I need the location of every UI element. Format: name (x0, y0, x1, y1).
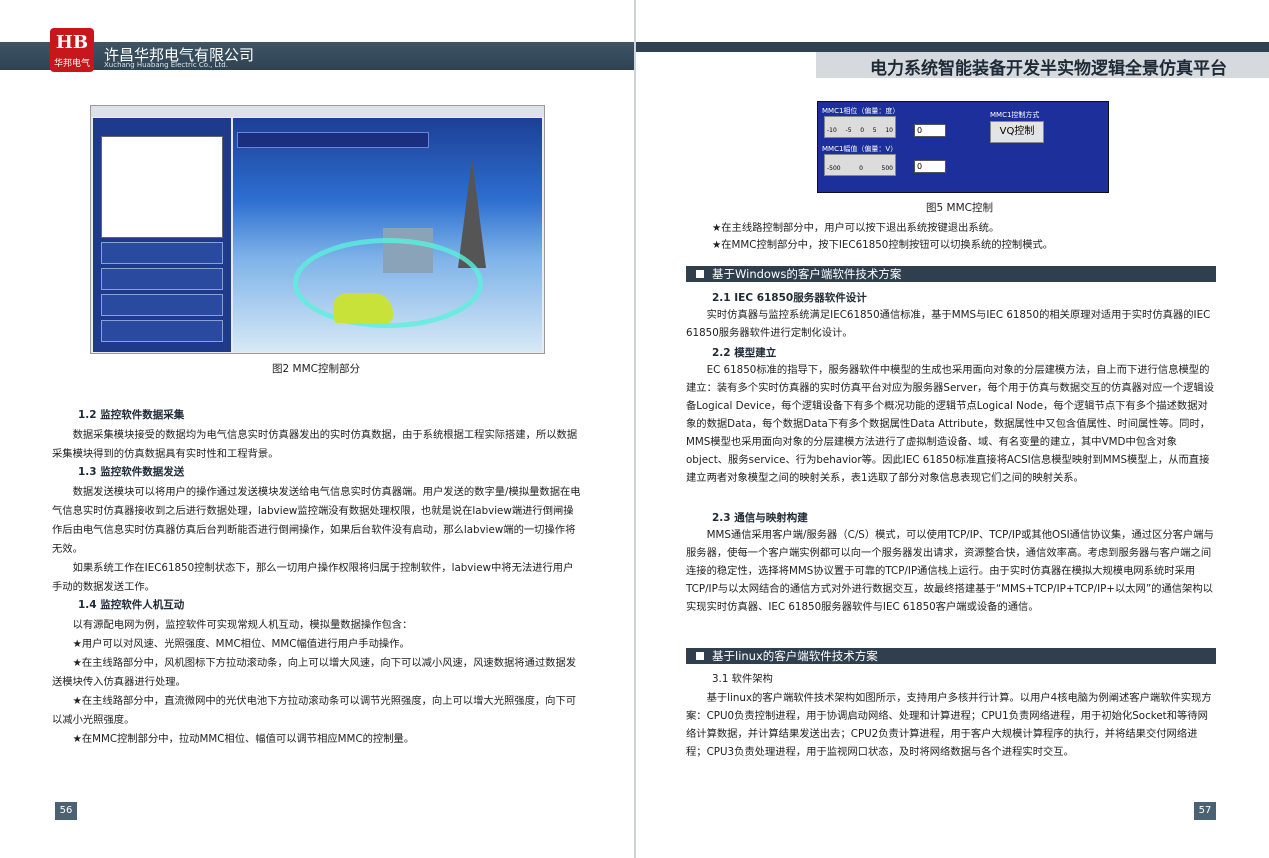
bullet-item: ★在主线路部分中，直流微网中的光伏电池下方拉动滚动条可以调节光照强度，向上可以增… (52, 695, 577, 726)
section-heading: 2.2 模型建立 (712, 347, 777, 359)
phase-tick: 0 (860, 127, 865, 134)
waveform-plot (101, 136, 223, 238)
electric-car-graphic (333, 293, 393, 323)
section-heading: 2.3 通信与映射构建 (712, 512, 808, 524)
phase-tick: -5 (845, 127, 852, 134)
square-bullet-icon (696, 270, 704, 278)
square-bullet-icon (696, 652, 704, 660)
section-heading: 1.4 监控软件人机互动 (78, 599, 185, 611)
phase-tick: 5 (872, 127, 877, 134)
amplitude-tick: 0 (859, 165, 863, 172)
mmc-control-row (101, 320, 223, 342)
figure-5-caption: 图5 MMC控制 (926, 202, 993, 214)
page-number: 57 (1194, 802, 1216, 820)
amplitude-tick: -500 (827, 165, 841, 172)
company-logo: HB 华邦电气 (50, 28, 94, 72)
bullet-item: ★在MMC控制部分中，拉动MMC相位、幅值可以调节相应MMC的控制量。 (72, 733, 415, 745)
section-bar-title: 基于Windows的客户端软件技术方案 (712, 267, 902, 281)
paragraph: 以有源配电网为例，监控软件可实现常规人机互动，模拟量数据操作包含： (72, 619, 413, 631)
amplitude-tick: 500 (881, 165, 893, 172)
amplitude-value: 0 (914, 160, 946, 173)
paragraph: 如果系统工作在IEC61850控制状态下，那么一切用户操作权限将归属于控制软件，… (52, 562, 574, 593)
paragraph: MMS通信采用客户端/服务器（C/S）模式，可以使用TCP/IP、TCP/IP或… (686, 529, 1214, 613)
paragraph: 数据发送模块可以将用户的操作通过发送模块发送给电气信息实时仿真器端。用户发送的数… (52, 486, 581, 555)
grid-scene-image (233, 118, 542, 352)
paragraph: 数据采集模块接受的数据均为电气信息实时仿真器发出的实时仿真数据，由于系统根据工程… (52, 429, 578, 460)
mmc-control-row (101, 294, 223, 316)
figure-5-mmc-control: MMC1相位（偏量：度） -10 -5 0 5 10 0 MMC1幅值（偏量：V… (817, 101, 1109, 193)
amplitude-label: MMC1幅值（偏量：V） (822, 145, 898, 153)
figure-2-screenshot (90, 105, 545, 354)
vq-control-button: VQ控制 (990, 121, 1044, 143)
bullet-item: ★在主线路部分中，风机图标下方拉动滚动条，向上可以增大风速，向下可以减小风速，风… (52, 657, 577, 688)
figure-2-caption: 图2 MMC控制部分 (272, 363, 360, 375)
left-page: HB 华邦电气 许昌华邦电气有限公司 Xuchang Huabang Elect… (0, 0, 634, 858)
control-mode-label: MMC1控制方式 (990, 111, 1040, 119)
paragraph: 基于linux的客户端软件技术架构如图所示，支持用户多核并行计算。以用户4核电脑… (686, 692, 1212, 758)
bullet-item: ★在MMC控制部分中，按下IEC61850控制按钮可以切换系统的控制模式。 (712, 239, 1054, 251)
window-titlebar (91, 106, 544, 117)
scene-banner (237, 132, 429, 148)
section-bar-title: 基于linux的客户端软件技术方案 (712, 649, 878, 663)
document-title: 电力系统智能装备开发半实物逻辑全景仿真平台 (870, 59, 1227, 79)
control-panel (93, 118, 231, 352)
paragraph: 实时仿真器与监控系统满足IEC61850通信标准，基于MMS与IEC 61850… (686, 309, 1211, 339)
header-band (0, 42, 634, 70)
phase-slider: -10 -5 0 5 10 (824, 116, 896, 138)
logo-mark: HB (55, 32, 89, 53)
phase-value: 0 (914, 124, 946, 137)
phase-tick: -10 (827, 127, 837, 134)
bullet-item: ★用户可以对风速、光照强度、MMC相位、MMC幅值进行用户手动操作。 (72, 638, 410, 650)
header-band (636, 42, 1269, 52)
section-heading: 1.3 监控软件数据发送 (78, 466, 185, 478)
logo-text: 华邦电气 (53, 59, 90, 69)
mmc-control-row (101, 268, 223, 290)
phase-tick: 10 (885, 127, 893, 134)
paragraph: EC 61850标准的指导下，服务器软件中模型的生成也采用面向对象的分层建模方法… (686, 364, 1215, 484)
power-tower-graphic (458, 158, 486, 268)
mmc-control-row (101, 242, 223, 264)
section-heading: 2.1 IEC 61850服务器软件设计 (712, 292, 867, 304)
company-name-en: Xuchang Huabang Electric Co., Ltd. (104, 61, 228, 69)
right-page: 电力系统智能装备开发半实物逻辑全景仿真平台 MMC1相位（偏量：度） -10 -… (636, 0, 1269, 858)
amplitude-slider: -500 0 500 (824, 154, 896, 176)
page-number: 56 (55, 802, 77, 820)
phase-label: MMC1相位（偏量：度） (822, 107, 900, 115)
section-heading: 3.1 软件架构 (712, 673, 773, 685)
section-heading: 1.2 监控软件数据采集 (78, 409, 185, 421)
section-bar-windows: 基于Windows的客户端软件技术方案 (686, 266, 1216, 282)
section-bar-linux: 基于linux的客户端软件技术方案 (686, 648, 1216, 664)
